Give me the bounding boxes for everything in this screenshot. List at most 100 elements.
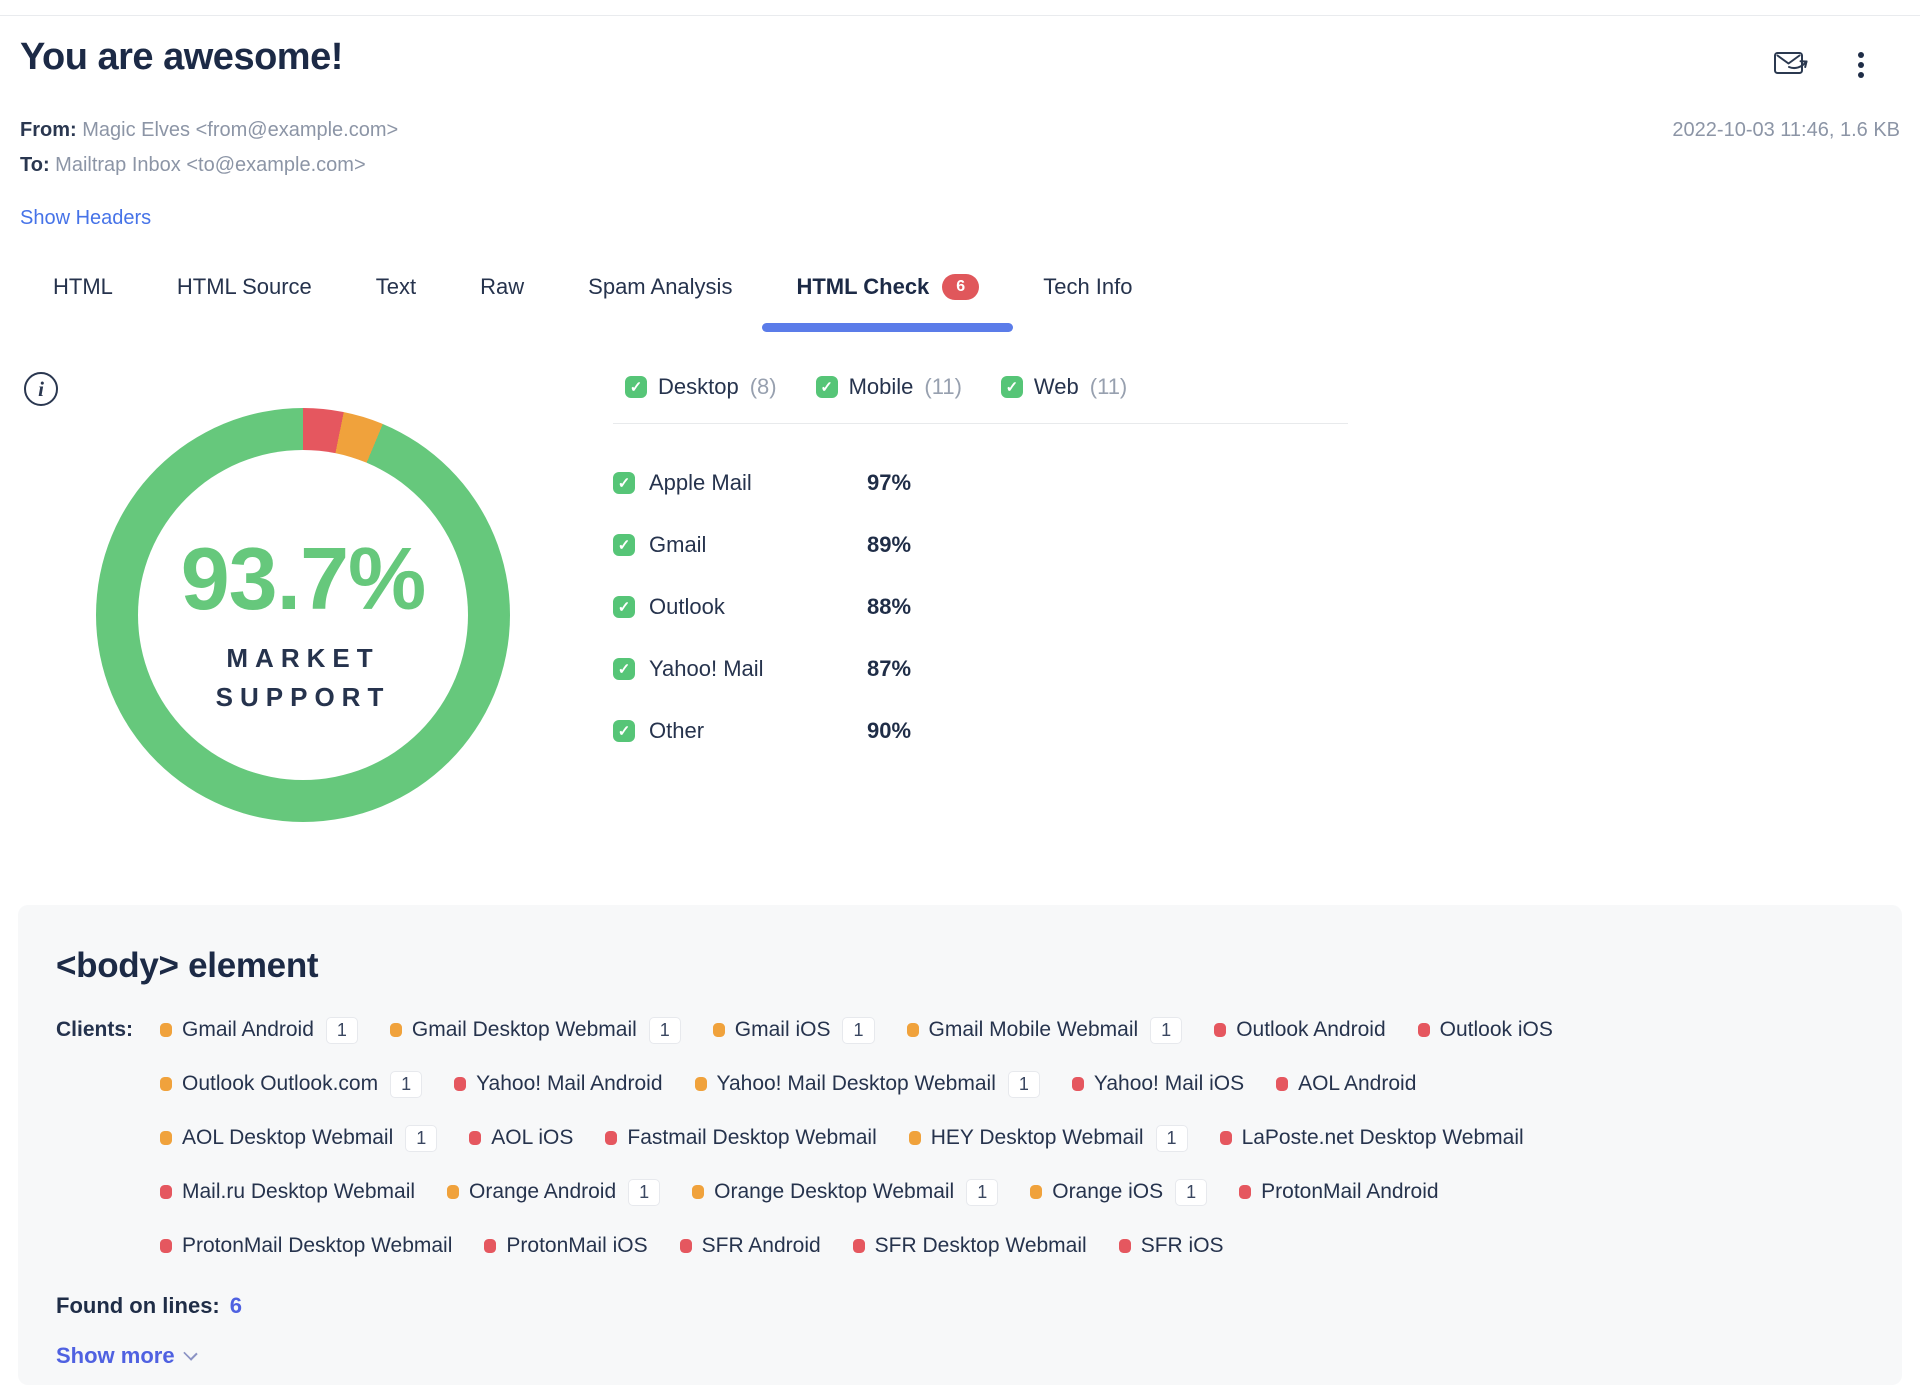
tab-text[interactable]: Text: [376, 258, 416, 332]
tab-tech-info[interactable]: Tech Info: [1043, 258, 1132, 332]
support-client-label: Gmail: [649, 532, 707, 557]
client-tag-gmail-ios: Gmail iOS 1: [712, 1016, 875, 1044]
client-tag-label: Orange Desktop Webmail: [714, 1180, 955, 1203]
error-dot-icon: [1239, 1185, 1252, 1199]
more-actions-button[interactable]: [1848, 46, 1874, 84]
support-row-other: ✓ Other 90%: [613, 700, 1033, 762]
client-tag-orange-android: Orange Android 1: [447, 1178, 661, 1206]
checkbox-checked-icon[interactable]: ✓: [613, 534, 635, 556]
tab-raw[interactable]: Raw: [480, 258, 524, 332]
found-on-lines-link[interactable]: 6: [230, 1293, 242, 1319]
warning-dot-icon: [1030, 1185, 1043, 1199]
tab-html-check[interactable]: HTML Check 6: [762, 258, 1013, 332]
filter-desktop[interactable]: ✓ Desktop (8): [625, 374, 777, 400]
error-dot-icon: [160, 1239, 172, 1253]
checkbox-checked-icon[interactable]: ✓: [613, 596, 635, 618]
error-dot-icon: [484, 1239, 497, 1253]
client-tag-list: Gmail Android 1 Gmail Desktop Webmail 1 Gmai…: [160, 1013, 1864, 1283]
client-tag-outlook-outlook-com: Outlook Outlook.com 1: [160, 1070, 423, 1098]
client-tag-outlook-android: Outlook Android: [1214, 1018, 1386, 1042]
email-timestamp: 2022-10-03 11:46, 1.6 KB: [1672, 119, 1900, 141]
client-tag-gmail-desktop-webmail: Gmail Desktop Webmail 1: [389, 1016, 681, 1044]
show-more-button[interactable]: Show more: [56, 1343, 198, 1369]
warning-dot-icon: [160, 1131, 172, 1145]
count-badge: 1: [1150, 1016, 1183, 1044]
client-tag-protonmail-ios: ProtonMail iOS: [484, 1234, 648, 1258]
filter-count: (11): [924, 374, 962, 399]
client-tag-protonmail-android: ProtonMail Android: [1239, 1180, 1439, 1204]
client-tag-hey-desktop-webmail: HEY Desktop Webmail 1: [908, 1124, 1188, 1152]
client-tag-laposte-net-desktop-webmail: LaPoste.net Desktop Webmail: [1219, 1126, 1524, 1150]
client-tag-label: HEY Desktop Webmail: [930, 1126, 1144, 1149]
checkbox-checked-icon[interactable]: ✓: [613, 472, 635, 494]
tab-spam-analysis[interactable]: Spam Analysis: [588, 258, 732, 332]
client-tag-orange-ios: Orange iOS 1: [1030, 1178, 1208, 1206]
tab-html-source[interactable]: HTML Source: [177, 258, 312, 332]
client-tag-mail-ru-desktop-webmail: Mail.ru Desktop Webmail: [160, 1180, 415, 1204]
warning-dot-icon: [389, 1023, 402, 1037]
client-tag-label: Gmail iOS: [734, 1018, 831, 1041]
market-support-label: MARKET SUPPORT: [215, 643, 391, 712]
market-support-donut-chart: 93.7% MARKET SUPPORT: [96, 408, 510, 822]
warning-dot-icon: [447, 1185, 460, 1199]
client-tag-yahoo-mail-desktop-webmail: Yahoo! Mail Desktop Webmail 1: [694, 1070, 1040, 1098]
client-tag-label: Orange Android: [469, 1180, 617, 1203]
forward-email-button[interactable]: [1772, 48, 1812, 82]
error-dot-icon: [454, 1077, 467, 1091]
tab-html[interactable]: HTML: [53, 258, 113, 332]
checkbox-checked-icon[interactable]: ✓: [613, 658, 635, 680]
client-tag-aol-desktop-webmail: AOL Desktop Webmail 1: [160, 1124, 438, 1152]
count-badge: 1: [628, 1178, 661, 1206]
support-percentage: 88%: [867, 594, 912, 619]
error-dot-icon: [605, 1131, 618, 1145]
support-row-outlook: ✓ Outlook 88%: [613, 576, 1033, 638]
envelope-forward-icon: [1772, 46, 1812, 85]
error-dot-icon: [1214, 1023, 1227, 1037]
checkbox-checked-icon[interactable]: ✓: [815, 376, 838, 398]
filter-label: Mobile: [848, 374, 914, 399]
client-tag-protonmail-desktop-webmail: ProtonMail Desktop Webmail: [160, 1234, 452, 1258]
client-tag-gmail-mobile-webmail: Gmail Mobile Webmail 1: [906, 1016, 1183, 1044]
client-tag-orange-desktop-webmail: Orange Desktop Webmail 1: [692, 1178, 999, 1206]
client-tag-row: AOL Desktop Webmail 1 AOL iOS Fastmail Desk…: [160, 1121, 1864, 1155]
count-badge: 1: [405, 1124, 438, 1152]
support-percentage: 90%: [867, 718, 912, 743]
client-tag-label: Outlook Outlook.com: [182, 1072, 379, 1095]
client-tag-label: Gmail Mobile Webmail: [928, 1018, 1139, 1041]
from-label: From:: [20, 119, 77, 141]
support-client-label: Apple Mail: [649, 470, 752, 495]
checkbox-checked-icon[interactable]: ✓: [625, 376, 647, 398]
info-icon[interactable]: i: [24, 372, 58, 406]
error-dot-icon: [160, 1185, 172, 1199]
checkbox-checked-icon[interactable]: ✓: [1000, 376, 1023, 398]
filter-count: (8): [749, 374, 777, 399]
checkbox-checked-icon[interactable]: ✓: [613, 720, 635, 742]
market-support-percentage: 93.7%: [180, 529, 427, 628]
clients-label: Clients:: [56, 1018, 134, 1041]
body-element-card: <body> element Clients: Gmail Android 1 Gm…: [18, 905, 1902, 1385]
warning-dot-icon: [712, 1023, 725, 1037]
client-tag-label: AOL iOS: [491, 1126, 574, 1149]
support-percentage: 87%: [867, 656, 912, 681]
kebab-menu-icon: [1858, 52, 1864, 78]
error-dot-icon: [1276, 1077, 1289, 1091]
client-tag-outlook-ios: Outlook iOS: [1417, 1018, 1553, 1042]
tab-label: Text: [375, 274, 417, 299]
client-tag-label: Outlook Android: [1236, 1018, 1386, 1041]
client-tag-label: ProtonMail Desktop Webmail: [182, 1234, 453, 1257]
client-tag-sfr-ios: SFR iOS: [1118, 1234, 1224, 1258]
client-tag-label: Yahoo! Mail iOS: [1093, 1072, 1245, 1095]
support-client-label: Outlook: [649, 594, 725, 619]
error-dot-icon: [679, 1239, 692, 1253]
to-label: To:: [20, 154, 50, 176]
filter-web[interactable]: ✓ Web (11): [1000, 374, 1127, 400]
warning-dot-icon: [694, 1077, 707, 1091]
show-headers-link[interactable]: Show Headers: [20, 207, 151, 230]
client-tag-sfr-android: SFR Android: [679, 1234, 821, 1258]
to-row: To: Mailtrap Inbox <to@example.com>: [20, 148, 398, 183]
platform-filters: ✓ Desktop (8) ✓ Mobile (11) ✓ Web (11): [625, 374, 1127, 400]
client-tag-fastmail-desktop-webmail: Fastmail Desktop Webmail: [605, 1126, 877, 1150]
client-tag-label: Fastmail Desktop Webmail: [627, 1126, 877, 1149]
filter-mobile[interactable]: ✓ Mobile (11): [815, 374, 962, 400]
found-on-lines-label: Found on lines:: [56, 1293, 220, 1318]
